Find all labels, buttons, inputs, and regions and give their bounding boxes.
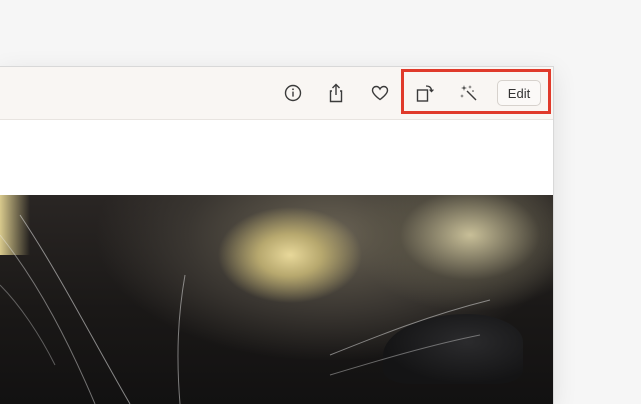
share-icon (329, 83, 343, 103)
edit-button[interactable]: Edit (497, 80, 541, 106)
rotate-button[interactable] (411, 79, 439, 107)
share-button[interactable] (322, 79, 350, 107)
heart-icon (371, 85, 389, 101)
photo-viewer-window: Edit (0, 67, 553, 404)
enhance-button[interactable] (455, 79, 483, 107)
favorite-button[interactable] (366, 79, 394, 107)
photo-image (0, 195, 553, 404)
magic-wand-icon (460, 85, 477, 101)
rotate-icon (416, 85, 434, 102)
info-button[interactable] (279, 79, 307, 107)
photo-whiskers (0, 214, 491, 404)
toolbar: Edit (0, 67, 553, 120)
info-icon (284, 84, 302, 102)
